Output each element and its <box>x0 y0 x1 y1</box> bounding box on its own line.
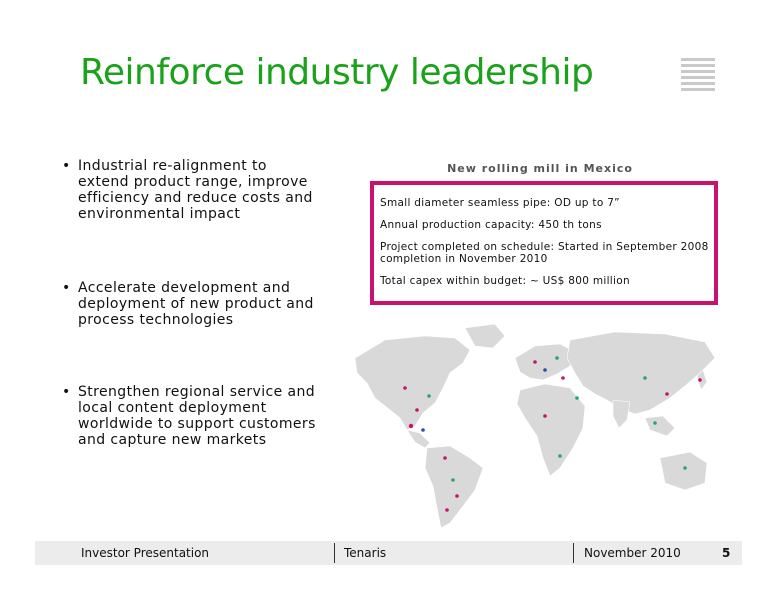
footer-divider <box>334 543 335 563</box>
info-line: Project completed on schedule: Started i… <box>380 241 709 265</box>
world-map <box>354 323 716 529</box>
bullet-item: • Industrial re-alignment to extend prod… <box>62 158 322 222</box>
south-america-shape <box>424 445 484 529</box>
info-line: Total capex within budget: ~ US$ 800 mil… <box>380 275 630 287</box>
slide-title: Reinforce industry leadership <box>80 52 594 93</box>
bullet-dot: • <box>62 158 71 174</box>
info-line: Small diameter seamless pipe: OD up to 7… <box>380 197 620 209</box>
footer-date: November 2010 <box>584 546 681 560</box>
australia-shape <box>659 451 708 491</box>
se-asia-shape <box>644 415 676 437</box>
greenland-shape <box>464 323 506 349</box>
bullet-item: • Strengthen regional service and local … <box>62 384 322 448</box>
logo-icon <box>681 58 715 94</box>
bullet-dot: • <box>62 384 71 400</box>
footer-page-number: 5 <box>722 546 731 560</box>
footer-company: Tenaris <box>344 546 387 560</box>
asia-shape <box>566 331 716 415</box>
footer-divider <box>573 543 574 563</box>
europe-shape <box>514 343 576 381</box>
north-america-shape <box>354 335 471 431</box>
africa-shape <box>516 383 586 477</box>
panel-heading: New rolling mill in Mexico <box>447 162 633 175</box>
bullet-text: Strengthen regional service and local co… <box>78 384 316 448</box>
info-box: Small diameter seamless pipe: OD up to 7… <box>370 181 718 305</box>
footer-presentation-label: Investor Presentation <box>81 546 210 560</box>
central-america-shape <box>406 429 431 449</box>
bullet-item: • Accelerate development and deployment … <box>62 280 322 328</box>
bullet-text: Industrial re-alignment to extend produc… <box>78 158 313 222</box>
bullet-text: Accelerate development and deployment of… <box>78 280 314 328</box>
bullet-dot: • <box>62 280 71 296</box>
india-shape <box>612 399 631 429</box>
footer-bar: Investor Presentation Tenaris November 2… <box>35 541 742 565</box>
info-line: Annual production capacity: 450 th tons <box>380 219 602 231</box>
